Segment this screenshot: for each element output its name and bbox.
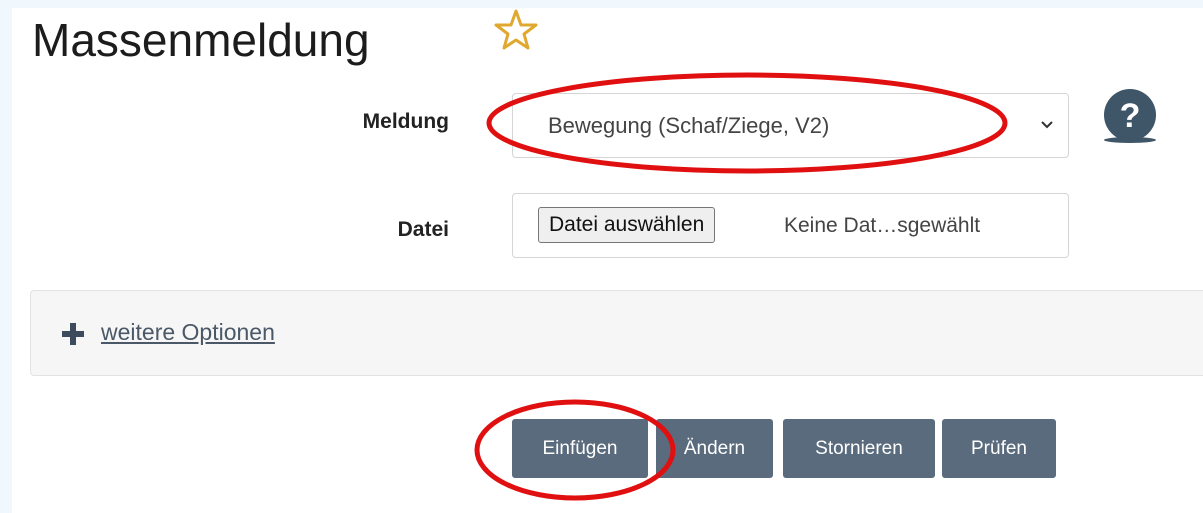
- change-button[interactable]: Ändern: [656, 419, 773, 478]
- chevron-down-icon: [1041, 121, 1053, 129]
- meldung-select[interactable]: Bewegung (Schaf/Ziege, V2): [512, 93, 1069, 158]
- question-circle-icon[interactable]: ?: [1100, 88, 1160, 148]
- star-icon[interactable]: [494, 8, 538, 52]
- check-button[interactable]: Prüfen: [942, 419, 1056, 478]
- meldung-selected-value: Bewegung (Schaf/Ziege, V2): [548, 113, 830, 138]
- page-title: Massenmeldung: [32, 14, 370, 66]
- meldung-label: Meldung: [362, 110, 449, 133]
- plus-icon[interactable]: [62, 323, 84, 345]
- more-options-link[interactable]: weitere Optionen: [101, 319, 275, 346]
- cancel-button[interactable]: Stornieren: [783, 419, 935, 478]
- choose-file-button[interactable]: Datei auswählen: [538, 207, 716, 243]
- page: Massenmeldung Meldung Bewegung (Schaf/Zi…: [12, 8, 1203, 513]
- file-status-text: Keine Dat…sgewählt: [784, 214, 981, 237]
- insert-button[interactable]: Einfügen: [512, 419, 648, 478]
- file-input[interactable]: Datei auswählen Keine Dat…sgewählt: [512, 193, 1069, 258]
- datei-label: Datei: [397, 218, 449, 241]
- more-options-panel[interactable]: weitere Optionen: [30, 290, 1203, 376]
- svg-text:?: ?: [1120, 97, 1141, 135]
